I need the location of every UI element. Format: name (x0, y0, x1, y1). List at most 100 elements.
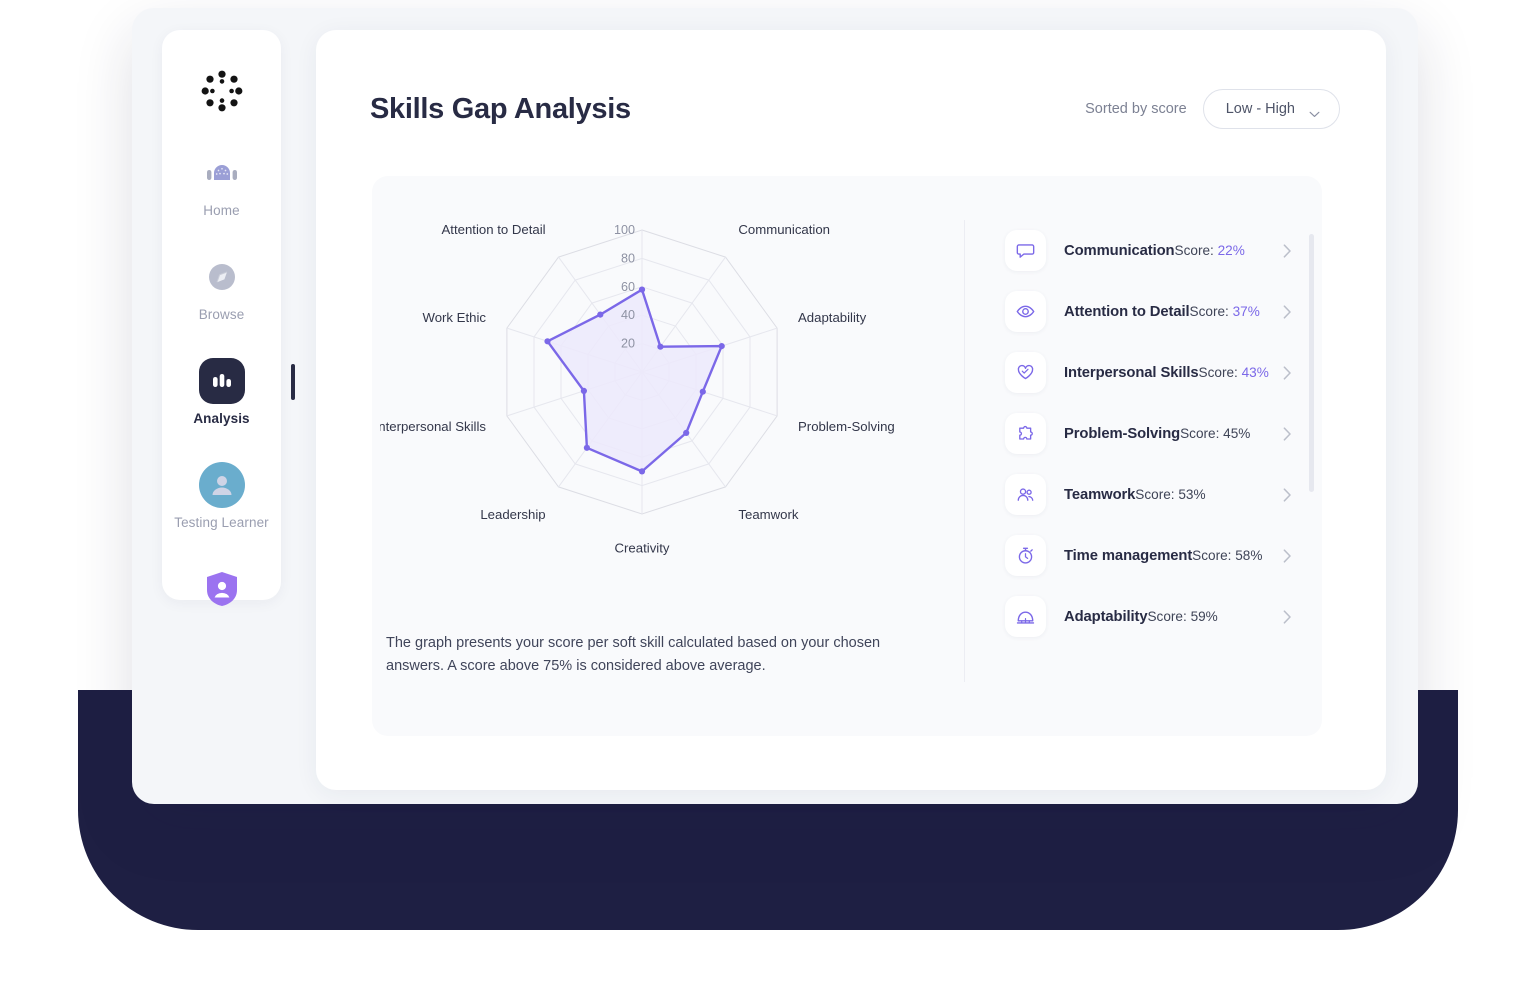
radar-chart-column: 20406080100Time managementCommunicationA… (372, 176, 964, 736)
skill-name: Time management (1064, 547, 1193, 564)
heart-hands-icon (1005, 352, 1046, 393)
skill-list-item[interactable]: Time managementScore: 58% (1005, 525, 1300, 586)
compass-icon (199, 254, 245, 300)
skill-score: Score: 37% (1190, 304, 1260, 319)
radar-data-point[interactable] (597, 311, 604, 318)
radar-data-point[interactable] (683, 429, 690, 436)
skill-score: Score: 45% (1180, 426, 1250, 441)
skill-name: Problem-Solving (1064, 425, 1181, 442)
radar-data-point[interactable] (638, 286, 646, 293)
skill-score-label: Score: (1192, 547, 1232, 563)
sidebar-item-browse[interactable]: Browse (162, 254, 281, 322)
skill-name: Attention to Detail (1064, 303, 1190, 320)
skill-score-value: 22% (1217, 242, 1245, 258)
skill-text: TeamworkScore: 53% (1064, 486, 1283, 504)
sidebar-item-admin[interactable] (162, 566, 281, 619)
bar-chart-icon (198, 358, 245, 404)
radar-data-point[interactable] (583, 444, 590, 451)
skill-list-item[interactable]: TeamworkScore: 53% (1005, 464, 1300, 525)
skill-score-value: 59% (1190, 608, 1218, 624)
radar-tick-label: 80 (621, 251, 635, 265)
people-icon (1005, 474, 1046, 515)
skill-score: Score: 22% (1175, 243, 1245, 258)
skill-text: Attention to DetailScore: 37% (1064, 303, 1283, 321)
page-title: Skills Gap Analysis (370, 92, 631, 125)
radar-tick-label: 20 (621, 337, 635, 351)
sidebar-item-analysis[interactable]: Analysis (162, 358, 295, 426)
radar-category-label: Problem-Solving (798, 419, 895, 434)
skill-score: Score: 58% (1192, 548, 1262, 563)
sidebar-item-label: Testing Learner (174, 515, 269, 530)
chevron-down-icon (1309, 106, 1320, 117)
skills-radar-chart: 20406080100Time managementCommunicationA… (380, 222, 895, 555)
sidebar: Home Browse Analysis Testing Learner (162, 30, 295, 606)
sidebar-item-home[interactable]: Home (162, 150, 281, 218)
avatar (198, 462, 245, 508)
chevron-right-icon[interactable] (1283, 609, 1292, 624)
skills-list-column: CommunicationScore: 22% Attention to Deta… (965, 176, 1322, 736)
skill-score: Score: 59% (1147, 609, 1217, 624)
skill-score-label: Score: (1180, 425, 1220, 441)
active-nav-indicator (291, 364, 295, 400)
radar-category-label: Leadership (480, 507, 545, 522)
radar-data-point[interactable] (638, 468, 646, 475)
skill-text: CommunicationScore: 22% (1064, 242, 1283, 260)
app-window: Home Browse Analysis Testing Learner Ski… (132, 8, 1418, 804)
chevron-right-icon[interactable] (1283, 304, 1292, 319)
home-icon (199, 150, 245, 196)
chevron-right-icon[interactable] (1283, 548, 1292, 563)
radar-tick-label: 40 (621, 308, 635, 322)
canvas-logo-icon[interactable] (199, 68, 245, 114)
skill-name: Communication (1064, 242, 1175, 259)
shield-user-icon (199, 566, 245, 612)
sort-order-value: Low - High (1225, 101, 1295, 117)
skill-score-label: Score: (1198, 364, 1238, 380)
chevron-right-icon[interactable] (1283, 426, 1292, 441)
radar-data-point[interactable] (657, 343, 664, 350)
bridge-icon (1005, 596, 1046, 637)
radar-data-point[interactable] (544, 338, 551, 345)
scrollbar-thumb[interactable] (1309, 234, 1314, 492)
radar-category-label: Work Ethic (422, 310, 486, 325)
skill-text: Interpersonal SkillsScore: 43% (1064, 364, 1283, 382)
skills-list: CommunicationScore: 22% Attention to Deta… (1005, 220, 1300, 647)
radar-category-label: Interpersonal Skills (380, 419, 486, 434)
skill-list-item[interactable]: CommunicationScore: 22% (1005, 220, 1300, 281)
sidebar-item-testing-learner[interactable]: Testing Learner (162, 462, 281, 530)
skill-score-label: Score: (1135, 486, 1175, 502)
skill-score: Score: 43% (1199, 365, 1269, 380)
skill-score-value: 53% (1178, 486, 1206, 502)
radar-data-point[interactable] (718, 343, 725, 350)
sidebar-item-label: Browse (198, 307, 245, 322)
stopwatch-icon (1005, 535, 1046, 576)
chevron-right-icon[interactable] (1283, 243, 1292, 258)
skill-name: Teamwork (1064, 486, 1136, 503)
skill-list-item[interactable]: Attention to DetailScore: 37% (1005, 281, 1300, 342)
skill-score-value: 37% (1232, 303, 1260, 319)
skill-list-item[interactable]: Interpersonal SkillsScore: 43% (1005, 342, 1300, 403)
sort-order-dropdown[interactable]: Low - High (1202, 89, 1340, 129)
chevron-right-icon[interactable] (1283, 365, 1292, 380)
sort-by-label: Sorted by score (1085, 101, 1187, 117)
avatar-icon (198, 462, 245, 508)
radar-data-point[interactable] (699, 388, 706, 395)
skill-list-item[interactable]: AdaptabilityScore: 59% (1005, 586, 1300, 647)
skill-score-label: Score: (1147, 608, 1187, 624)
skill-name: Adaptability (1064, 608, 1148, 625)
radar-tick-label: 100 (614, 223, 635, 237)
radar-data-point[interactable] (580, 387, 587, 394)
radar-category-label: Communication (738, 222, 830, 237)
skill-text: AdaptabilityScore: 59% (1064, 608, 1283, 626)
radar-category-label: Adaptability (798, 310, 867, 325)
sidebar-item-label: Analysis (193, 411, 250, 426)
skill-list-item[interactable]: Problem-SolvingScore: 45% (1005, 403, 1300, 464)
eye-icon (1005, 291, 1046, 332)
chevron-right-icon[interactable] (1283, 487, 1292, 502)
sort-controls: Sorted by score Low - High (1085, 89, 1340, 129)
chat-bubble-icon (1005, 230, 1046, 271)
skill-text: Time managementScore: 58% (1064, 547, 1283, 565)
chart-caption: The graph presents your score per soft s… (386, 635, 881, 675)
screenshot-root: Home Browse Analysis Testing Learner Ski… (0, 0, 1538, 982)
skills-list-scrollbar[interactable] (1309, 234, 1314, 639)
skill-score-label: Score: (1189, 303, 1229, 319)
